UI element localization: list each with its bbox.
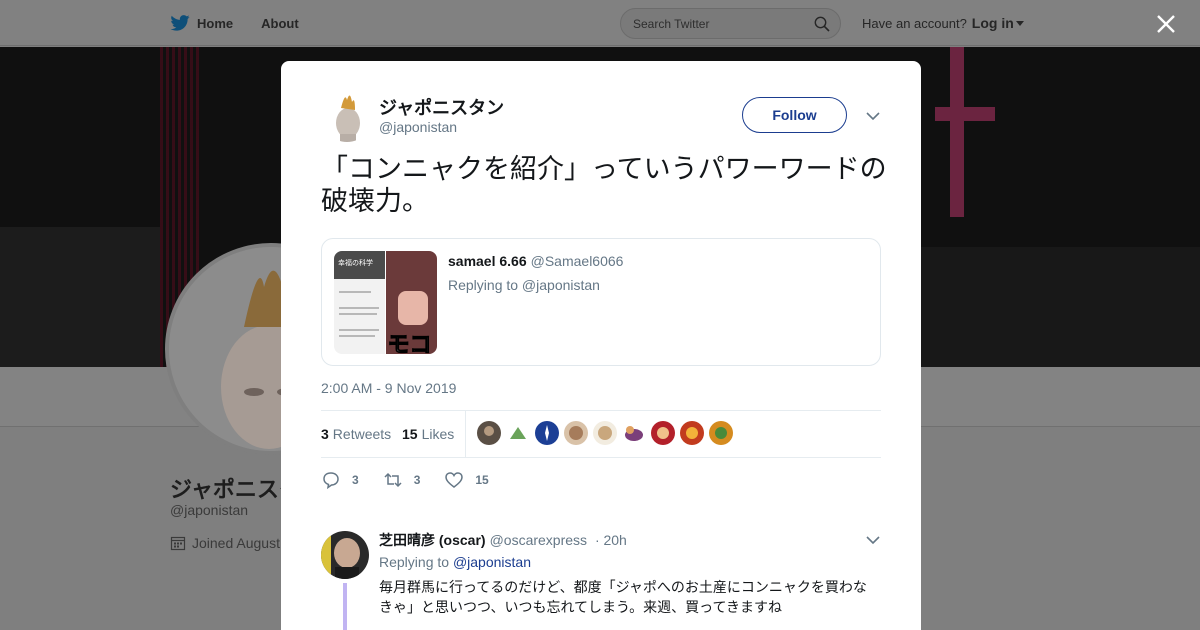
author-name[interactable]: ジャポニスタン [379, 94, 504, 120]
quote-media-right-text: モコ [387, 332, 432, 355]
tweet-text: 「コンニャクを紹介」っていうパワーワードの破壊力。 [321, 154, 887, 216]
reply-replying-to: Replying to @japonistan [379, 554, 531, 570]
calendar-icon [170, 536, 186, 551]
tweet-stats: 3 Retweets 15 Likes [321, 410, 881, 458]
reply-avatar-image [321, 531, 369, 579]
quote-author-handle: @Samael6066 [530, 253, 624, 269]
retweet-count: 3 [413, 473, 421, 487]
search-box [620, 8, 841, 39]
retweet-icon [384, 472, 402, 488]
close-icon[interactable] [1154, 12, 1178, 36]
tweet-actions: 3 3 15 [321, 468, 513, 492]
quoted-tweet[interactable]: 幸福の科学 モコ samael 6.66 @Samael6066 Replying… [321, 238, 881, 366]
profile-handle: @japonistan [170, 502, 249, 518]
likes-count: 15 [402, 426, 418, 442]
quote-media[interactable]: 幸福の科学 モコ [334, 251, 437, 354]
banner-decoration [921, 247, 1200, 367]
reply-author-handle[interactable]: @oscarexpress [490, 532, 587, 548]
likes-stat[interactable]: 15 Likes [402, 426, 454, 442]
reply-time[interactable]: · 20h [595, 532, 627, 548]
quote-replying-to: Replying to @japonistan [448, 277, 600, 293]
account-prompt: Have an account? [862, 15, 967, 31]
author-avatar-image [321, 90, 373, 142]
like-count: 15 [475, 473, 489, 487]
banner-decoration [935, 107, 995, 121]
reply-author-name[interactable]: 芝田晴彦 (oscar) [379, 532, 486, 548]
login-caret-icon[interactable] [1015, 20, 1024, 26]
banner-decoration [950, 47, 964, 217]
liker-avatar[interactable] [622, 421, 646, 445]
liker-avatar[interactable] [680, 421, 704, 445]
nav-left: Home About [170, 0, 327, 46]
banner-decoration [0, 227, 160, 367]
tweet-modal: ジャポニスタン @japonistan Follow 「コンニャクを紹介」ってい… [281, 61, 921, 630]
profile-joined: Joined August [170, 535, 280, 551]
quote-author: samael 6.66 @Samael6066 [448, 253, 623, 269]
login-link[interactable]: Log in [972, 15, 1014, 31]
search-input[interactable] [633, 9, 813, 38]
liker-avatar[interactable] [709, 421, 733, 445]
liker-avatar[interactable] [564, 421, 588, 445]
reply-count: 3 [352, 473, 359, 487]
nav-home-link[interactable]: Home [170, 15, 233, 31]
twitter-bird-icon [170, 15, 190, 31]
retweets-count: 3 [321, 426, 329, 442]
stats-divider [465, 411, 466, 457]
follow-button[interactable]: Follow [742, 97, 847, 133]
reply-replying-prefix: Replying to [379, 554, 450, 570]
reply-header: 芝田晴彦 (oscar) @oscarexpress · 20h [379, 530, 627, 550]
likers-avatars [477, 421, 738, 445]
nav-about-label: About [261, 15, 299, 31]
profile-joined-text: Joined August [192, 535, 280, 551]
thread-line [343, 583, 347, 630]
quote-author-name: samael 6.66 [448, 253, 527, 269]
chevron-down-icon[interactable] [866, 535, 880, 545]
top-navigation-bar: Home About Have an account? Log in [0, 0, 1200, 46]
author-handle[interactable]: @japonistan [379, 119, 457, 135]
reply-action[interactable]: 3 [321, 470, 359, 490]
reply-replying-handle-link[interactable]: @japonistan [453, 554, 531, 570]
liker-avatar[interactable] [651, 421, 675, 445]
nav-home-label: Home [197, 15, 234, 31]
retweets-label: Retweets [332, 426, 392, 442]
tweet-timestamp[interactable]: 2:00 AM - 9 Nov 2019 [321, 380, 456, 396]
reply-text: 毎月群馬に行ってるのだけど、都度「ジャポへのお土産にコンニャクを買わなきゃ」と思… [379, 579, 867, 615]
quote-media-band: 幸福の科学 [334, 251, 385, 279]
quote-media-left-text: 幸福の科学 [338, 260, 373, 267]
like-action[interactable]: 15 [444, 470, 489, 490]
quote-media-right: モコ [385, 251, 437, 355]
search-icon[interactable] [814, 16, 830, 32]
liker-avatar[interactable] [535, 421, 559, 445]
heart-icon [445, 472, 464, 488]
reply-icon [323, 472, 339, 490]
reply-author-avatar[interactable] [321, 531, 369, 579]
liker-avatar[interactable] [506, 421, 530, 445]
nav-about-link[interactable]: About [261, 16, 299, 31]
account-area: Have an account? Log in [862, 0, 1024, 46]
quote-media-left: 幸福の科学 [334, 251, 385, 354]
liker-avatar[interactable] [593, 421, 617, 445]
author-avatar[interactable] [321, 90, 373, 142]
retweet-action[interactable]: 3 [383, 470, 421, 490]
chevron-down-icon[interactable] [866, 111, 880, 121]
liker-avatar[interactable] [477, 421, 501, 445]
retweets-stat[interactable]: 3 Retweets [321, 426, 391, 442]
likes-label: Likes [421, 426, 455, 442]
